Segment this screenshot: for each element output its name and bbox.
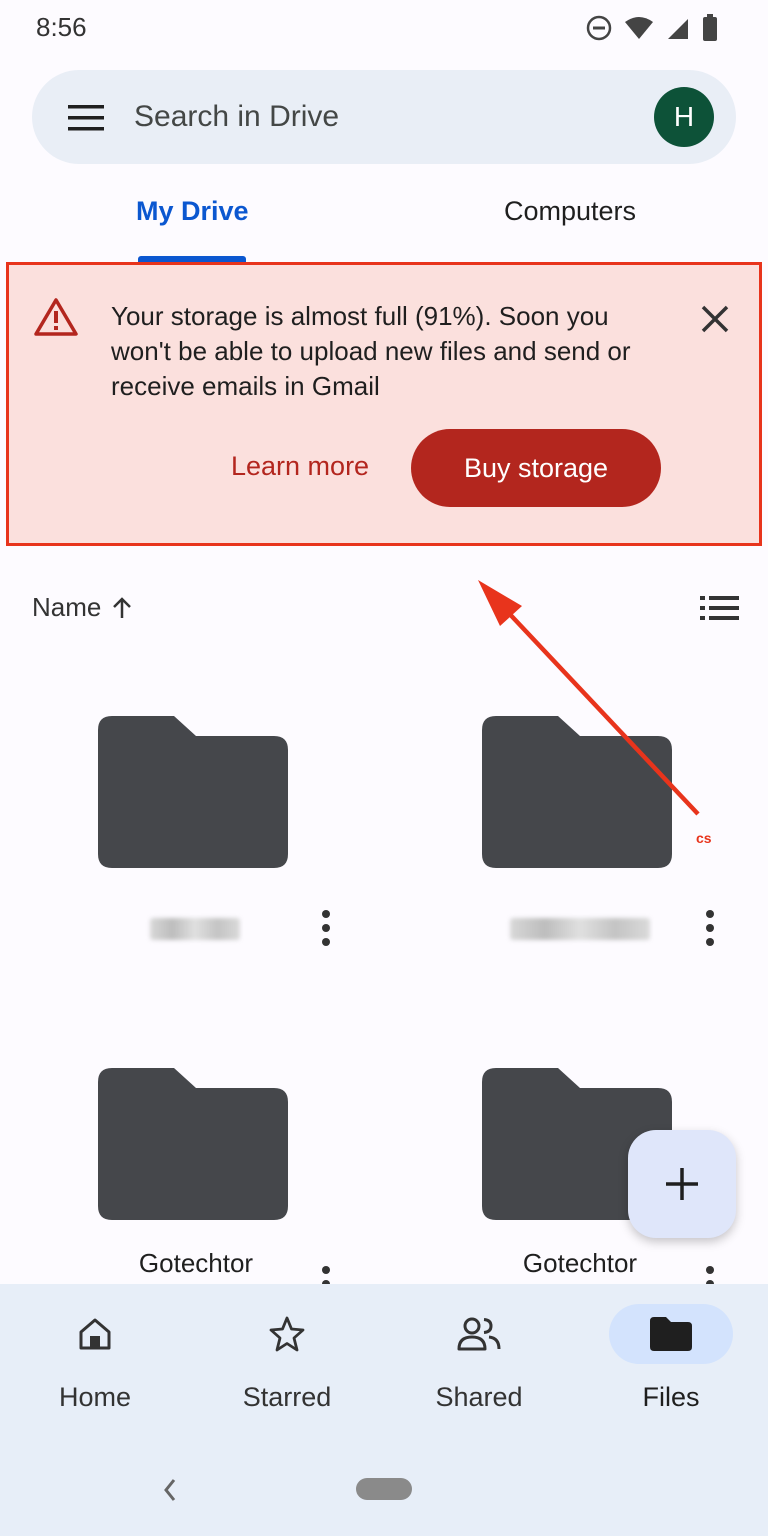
learn-more-button[interactable]: Learn more [231, 451, 369, 482]
folder-icon[interactable] [98, 1068, 288, 1220]
wifi-icon [625, 17, 653, 39]
active-nav-indicator [609, 1304, 733, 1364]
home-gesture-pill[interactable] [356, 1478, 412, 1500]
buy-storage-button[interactable]: Buy storage [411, 429, 661, 507]
storage-warning-message: Your storage is almost full (91%). Soon … [111, 301, 631, 401]
sort-label: Name [32, 592, 102, 622]
sort-by-name-button[interactable]: Name [32, 592, 133, 623]
arrow-up-icon [113, 596, 132, 618]
back-gesture-icon[interactable] [160, 1476, 180, 1504]
nav-label: Shared [435, 1382, 523, 1412]
status-bar: 8:56 [0, 0, 768, 56]
avatar[interactable]: H [654, 87, 714, 147]
folder-name-redacted [510, 918, 650, 940]
nav-starred[interactable]: Starred [212, 1304, 362, 1413]
search-input[interactable]: Search in Drive [134, 100, 339, 134]
list-view-icon[interactable] [700, 594, 740, 622]
status-icons [586, 14, 718, 42]
home-icon [79, 1318, 111, 1350]
storage-warning-banner: Your storage is almost full (91%). Soon … [6, 262, 762, 546]
folder-icon[interactable] [482, 716, 672, 868]
close-icon[interactable] [697, 301, 733, 337]
more-options-icon[interactable] [316, 908, 336, 948]
signal-icon [668, 19, 688, 39]
folder-icon [650, 1317, 692, 1351]
folder-name: Gotechtor [138, 1248, 254, 1278]
folder-icon[interactable] [98, 716, 288, 868]
do-not-disturb-icon [586, 15, 612, 41]
tab-computers[interactable]: Computers [504, 196, 636, 236]
warning-icon [34, 298, 78, 336]
nav-label: Starred [242, 1382, 332, 1412]
nav-home[interactable]: Home [20, 1304, 170, 1413]
star-icon [269, 1316, 305, 1352]
nav-files[interactable]: Files [596, 1304, 746, 1413]
menu-icon[interactable] [68, 104, 104, 132]
more-options-icon[interactable] [700, 908, 720, 948]
battery-icon [703, 14, 717, 41]
status-time: 8:56 [36, 12, 87, 42]
search-bar[interactable]: Search in Drive H [32, 70, 736, 164]
nav-label: Home [58, 1382, 132, 1412]
annotation-watermark: cs [696, 830, 712, 846]
new-item-button[interactable] [628, 1130, 736, 1238]
folder-name: Gotechtor [522, 1248, 638, 1278]
nav-label: Files [642, 1382, 700, 1412]
nav-shared[interactable]: Shared [404, 1304, 554, 1413]
tab-my-drive[interactable]: My Drive [136, 196, 249, 236]
plus-icon [666, 1168, 698, 1200]
annotation-arrow-head [478, 580, 522, 626]
folder-name-redacted [150, 918, 240, 940]
people-icon [457, 1317, 501, 1351]
